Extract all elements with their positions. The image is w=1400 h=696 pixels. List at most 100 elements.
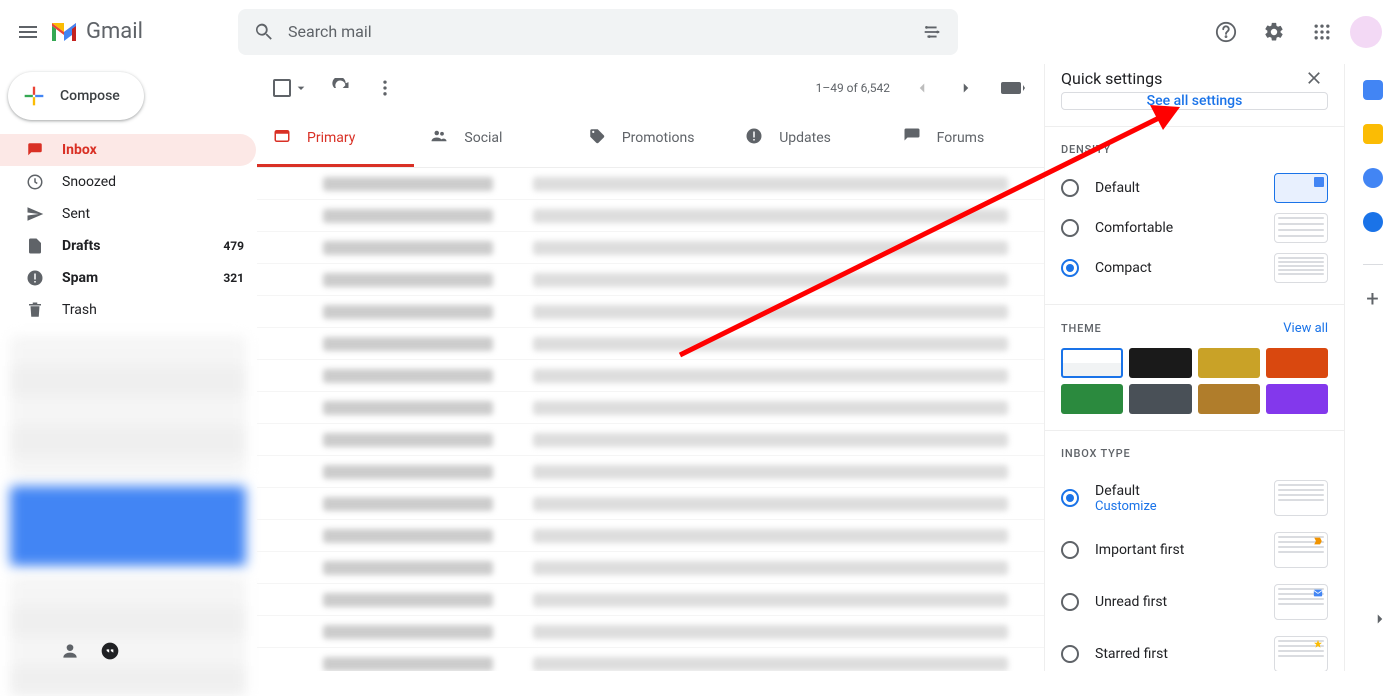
keep-icon[interactable]: [1363, 124, 1383, 144]
inbox-preview: [1274, 532, 1328, 568]
close-settings-button[interactable]: [1300, 64, 1328, 92]
more-button[interactable]: [373, 76, 397, 100]
file-icon: [26, 237, 46, 255]
next-page-button[interactable]: [954, 68, 978, 108]
radio-icon: [1061, 179, 1079, 197]
email-row[interactable]: [257, 424, 1044, 456]
nav-inbox[interactable]: Inbox: [0, 134, 256, 166]
email-row[interactable]: [257, 616, 1044, 648]
hangouts-chat-icon[interactable]: [100, 641, 120, 665]
tab-primary[interactable]: Primary: [257, 112, 414, 167]
see-all-settings-button[interactable]: See all settings: [1061, 92, 1328, 110]
search-icon[interactable]: [248, 16, 280, 48]
tasks-icon[interactable]: [1363, 168, 1383, 188]
email-row[interactable]: [257, 168, 1044, 200]
density-compact[interactable]: Compact: [1061, 248, 1328, 288]
settings-header: Quick settings: [1045, 64, 1344, 92]
header: Gmail: [0, 0, 1400, 64]
density-section: Density DefaultComfortableCompact: [1045, 126, 1344, 304]
trash-icon: [26, 301, 46, 319]
add-ons-button[interactable]: +: [1363, 289, 1383, 309]
category-tabs: PrimarySocialPromotionsUpdatesForums: [257, 112, 1044, 168]
theme-option[interactable]: [1061, 384, 1123, 414]
nav-spam[interactable]: Spam321: [0, 262, 256, 294]
radio-icon: [1061, 219, 1079, 237]
apps-icon[interactable]: [1302, 12, 1342, 52]
email-row[interactable]: [257, 200, 1044, 232]
header-actions: [1206, 12, 1392, 52]
sidebar: Compose InboxSnoozedSentDrafts479Spam321…: [0, 64, 256, 671]
email-row[interactable]: [257, 488, 1044, 520]
tab-promotions[interactable]: Promotions: [572, 112, 729, 167]
density-preview: [1274, 213, 1328, 243]
gmail-logo[interactable]: Gmail: [48, 19, 228, 44]
search-bar[interactable]: [238, 9, 958, 55]
account-avatar[interactable]: [1350, 16, 1382, 48]
theme-option[interactable]: [1061, 348, 1123, 378]
theme-option[interactable]: [1198, 384, 1260, 414]
email-row[interactable]: [257, 392, 1044, 424]
inbox-preview: [1274, 636, 1328, 671]
density-preview: [1274, 253, 1328, 283]
tab-social[interactable]: Social: [414, 112, 571, 167]
inbox-type-important-first[interactable]: Important first: [1061, 524, 1328, 576]
pagination-range: 1–49 of 6,542: [816, 81, 890, 95]
email-row[interactable]: [257, 648, 1044, 671]
theme-option[interactable]: [1198, 348, 1260, 378]
input-tools-button[interactable]: [998, 68, 1028, 108]
density-preview: [1274, 173, 1328, 203]
main-menu-button[interactable]: [8, 12, 48, 52]
theme-option[interactable]: [1266, 348, 1328, 378]
nav-trash[interactable]: Trash: [0, 294, 256, 326]
help-icon[interactable]: [1206, 12, 1246, 52]
select-all-checkbox[interactable]: [273, 79, 309, 97]
email-row[interactable]: [257, 456, 1044, 488]
refresh-button[interactable]: [329, 76, 353, 100]
theme-view-all-link[interactable]: View all: [1283, 321, 1328, 336]
email-row[interactable]: [257, 296, 1044, 328]
contacts-icon[interactable]: [1363, 212, 1383, 232]
settings-icon[interactable]: [1254, 12, 1294, 52]
radio-icon: [1061, 645, 1079, 663]
email-row[interactable]: [257, 552, 1044, 584]
email-row[interactable]: [257, 360, 1044, 392]
tab-icon: [588, 127, 606, 149]
search-input[interactable]: [288, 22, 908, 41]
hangouts-contacts-icon[interactable]: [60, 641, 80, 665]
density-default[interactable]: Default: [1061, 168, 1328, 208]
inbox-icon: [26, 141, 46, 159]
theme-option[interactable]: [1129, 348, 1191, 378]
theme-option[interactable]: [1266, 384, 1328, 414]
calendar-icon[interactable]: [1363, 80, 1383, 100]
compose-button[interactable]: Compose: [8, 72, 144, 120]
toolbar: 1–49 of 6,542: [257, 64, 1044, 112]
email-row[interactable]: [257, 232, 1044, 264]
inbox-type-default[interactable]: DefaultCustomize: [1061, 472, 1328, 524]
nav-snoozed[interactable]: Snoozed: [0, 166, 256, 198]
theme-option[interactable]: [1129, 384, 1191, 414]
quick-settings-panel: Quick settings See all settings Density …: [1044, 64, 1344, 671]
nav-drafts[interactable]: Drafts479: [0, 230, 256, 262]
collapse-side-panel-button[interactable]: [1368, 607, 1392, 631]
prev-page-button[interactable]: [910, 68, 934, 108]
tab-forums[interactable]: Forums: [887, 112, 1044, 167]
radio-icon: [1061, 541, 1079, 559]
email-row[interactable]: [257, 328, 1044, 360]
search-options-icon[interactable]: [916, 16, 948, 48]
tab-icon: [430, 127, 448, 149]
density-comfortable[interactable]: Comfortable: [1061, 208, 1328, 248]
theme-section: Theme View all: [1045, 304, 1344, 430]
inbox-type-starred-first[interactable]: Starred first: [1061, 628, 1328, 671]
tab-updates[interactable]: Updates: [729, 112, 886, 167]
email-row[interactable]: [257, 520, 1044, 552]
radio-icon: [1061, 259, 1079, 277]
inbox-type-unread-first[interactable]: Unread first: [1061, 576, 1328, 628]
density-title: Density: [1061, 143, 1328, 156]
bottom-bar: [0, 635, 120, 671]
inbox-type-title: Inbox type: [1061, 447, 1328, 460]
customize-link[interactable]: Customize: [1095, 499, 1157, 514]
nav-sent[interactable]: Sent: [0, 198, 256, 230]
clock-icon: [26, 173, 46, 191]
email-row[interactable]: [257, 264, 1044, 296]
email-row[interactable]: [257, 584, 1044, 616]
